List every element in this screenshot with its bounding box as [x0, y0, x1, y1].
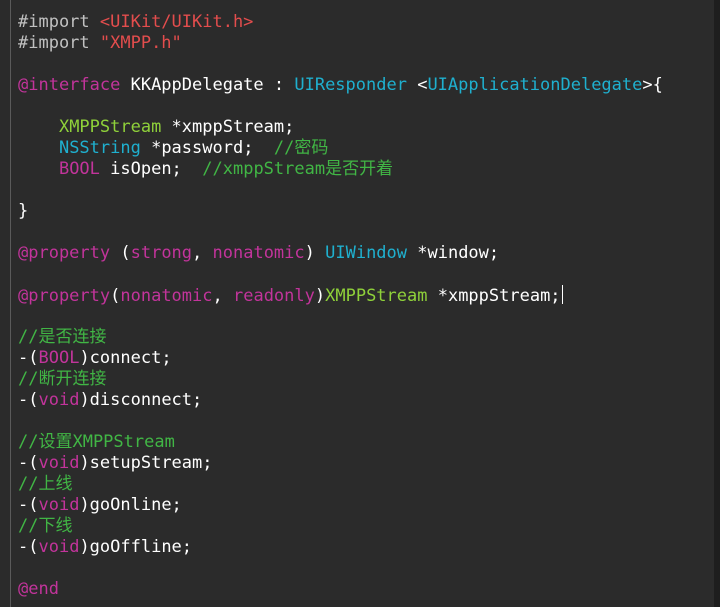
code-token-keyword: BOOL [58, 159, 100, 179]
code-token-string: <UIKit/UIKit.h> [99, 12, 254, 32]
code-token-default: isOpen; [99, 159, 203, 179]
code-line[interactable] [18, 411, 663, 432]
code-token-default: ( [110, 243, 131, 263]
code-line[interactable] [18, 264, 663, 285]
code-token-keyword: BOOL [38, 348, 80, 368]
code-token-default: *xmppStream; [161, 117, 295, 137]
code-token-keyword: @property [18, 243, 111, 263]
code-token-default: )goOffline; [79, 537, 193, 557]
code-line[interactable]: //下线 [18, 516, 663, 537]
code-line[interactable]: -(void)goOnline; [18, 495, 663, 516]
code-token-keyword: nonatomic [212, 243, 305, 263]
scrollbar-track[interactable] [714, 0, 720, 607]
gutter-divider [10, 0, 11, 607]
code-token-default: )connect; [79, 348, 172, 368]
code-line[interactable]: -(BOOL)connect; [18, 348, 663, 369]
code-token-default: ) [314, 286, 326, 306]
code-token-keyword: void [38, 453, 80, 473]
code-token-keyword: @property [18, 286, 111, 306]
code-token-default: , [212, 286, 233, 306]
code-token-keyword: @interface [18, 75, 121, 95]
code-line[interactable]: -(void)disconnect; [18, 390, 663, 411]
code-token-string: "XMPP.h" [99, 33, 182, 53]
code-token-default [18, 138, 59, 158]
code-token-type: UIApplicationDelegate [427, 75, 643, 95]
code-token-keyword: readonly [232, 286, 315, 306]
source-code[interactable]: #import <UIKit/UIKit.h>#import "XMPP.h" @… [18, 12, 663, 600]
code-token-comment: //xmppStream是否开着 [202, 159, 394, 179]
code-token-default: )disconnect; [79, 390, 203, 410]
code-line[interactable]: -(void)goOffline; [18, 537, 663, 558]
code-line[interactable]: //设置XMPPStream [18, 432, 663, 453]
code-token-default: *password; [140, 138, 274, 158]
code-line[interactable]: XMPPStream *xmppStream; [18, 117, 663, 138]
code-token-class: XMPPStream [58, 117, 162, 137]
code-token-default: -( [18, 495, 39, 515]
code-token-keyword: void [38, 537, 80, 557]
code-token-default: ( [110, 286, 121, 306]
code-token-keyword: void [38, 390, 80, 410]
code-line[interactable]: NSString *password; //密码 [18, 138, 663, 159]
code-line[interactable]: @property(nonatomic, readonly)XMPPStream… [18, 285, 663, 306]
code-token-directive: #import [18, 33, 100, 53]
code-token-type: NSString [58, 138, 141, 158]
code-token-default: < [406, 75, 428, 95]
code-token-default: , [192, 243, 213, 263]
code-token-comment: //上线 [18, 474, 73, 494]
code-token-comment: //是否连接 [18, 327, 107, 347]
code-line[interactable]: @interface KKAppDelegate : UIResponder <… [18, 75, 663, 96]
code-token-default: -( [18, 453, 39, 473]
code-token-default: -( [18, 390, 39, 410]
code-token-default: *window; [407, 243, 500, 263]
text-cursor [561, 285, 563, 304]
code-line[interactable] [18, 306, 663, 327]
code-token-keyword: strong [130, 243, 193, 263]
code-line[interactable] [18, 54, 663, 75]
code-token-comment: //下线 [18, 516, 73, 536]
code-line[interactable]: @end [18, 579, 663, 600]
code-line[interactable] [18, 96, 663, 117]
code-line[interactable]: @property (strong, nonatomic) UIWindow *… [18, 243, 663, 264]
code-line[interactable]: BOOL isOpen; //xmppStream是否开着 [18, 159, 663, 180]
code-line[interactable]: //断开连接 [18, 369, 663, 390]
code-token-default: } [18, 201, 29, 221]
code-token-default: -( [18, 348, 39, 368]
code-editor[interactable]: #import <UIKit/UIKit.h>#import "XMPP.h" @… [0, 0, 720, 607]
code-token-type: UIWindow [325, 243, 408, 263]
code-token-comment: //断开连接 [18, 369, 107, 389]
code-token-comment: //密码 [273, 138, 329, 158]
code-token-default: ) [304, 243, 326, 263]
code-line[interactable] [18, 558, 663, 579]
code-token-default: -( [18, 537, 39, 557]
code-token-keyword: nonatomic [120, 286, 213, 306]
code-token-directive: #import [18, 12, 100, 32]
code-token-default: )setupStream; [79, 453, 213, 473]
code-token-default: >{ [642, 75, 663, 95]
code-token-comment: //设置XMPPStream [18, 432, 175, 452]
code-token-default: KKAppDelegate : [120, 75, 295, 95]
code-line[interactable]: //是否连接 [18, 327, 663, 348]
code-token-default: *xmppStream; [427, 286, 561, 306]
code-line[interactable]: #import "XMPP.h" [18, 33, 663, 54]
code-token-class: XMPPStream [325, 286, 428, 306]
code-line[interactable]: -(void)setupStream; [18, 453, 663, 474]
code-line[interactable] [18, 180, 663, 201]
code-token-type: UIResponder [294, 75, 407, 95]
code-line[interactable]: } [18, 201, 663, 222]
code-token-default: )goOnline; [79, 495, 182, 515]
code-token-default [18, 117, 59, 137]
code-line[interactable] [18, 222, 663, 243]
code-token-keyword: void [38, 495, 80, 515]
code-line[interactable]: #import <UIKit/UIKit.h> [18, 12, 663, 33]
code-token-keyword: @end [18, 579, 59, 599]
code-line[interactable]: //上线 [18, 474, 663, 495]
code-token-default [18, 159, 59, 179]
